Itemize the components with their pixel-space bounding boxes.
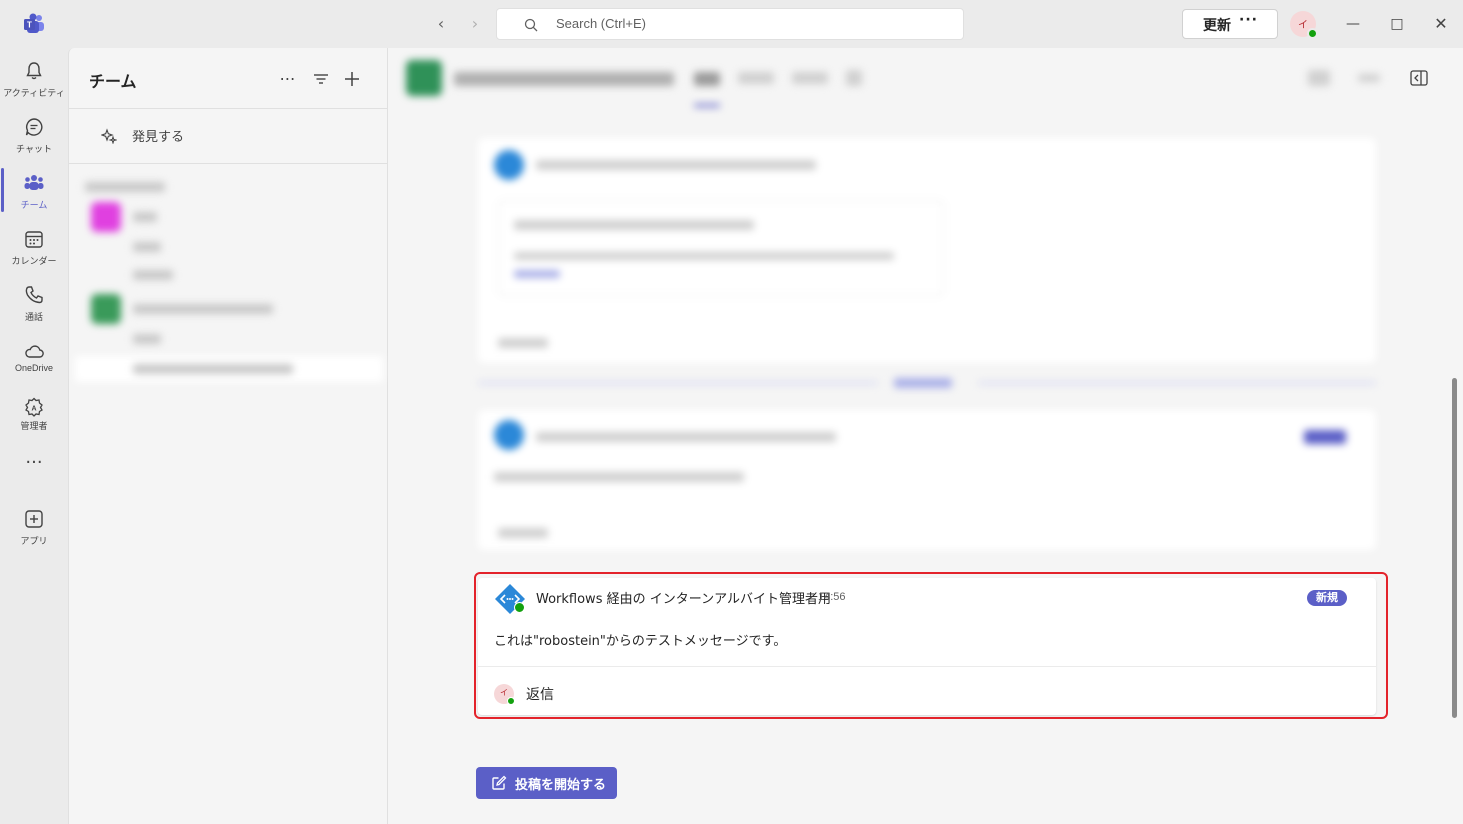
divider <box>69 108 387 109</box>
sparkle-icon <box>101 128 117 144</box>
rail-item-activity[interactable]: アクティビティ <box>0 52 68 108</box>
forward-arrow-icon[interactable]: › <box>465 14 485 34</box>
rail-item-teams[interactable]: チーム <box>0 164 68 220</box>
update-label: 更新 <box>1203 18 1231 34</box>
cloud-icon <box>25 345 44 358</box>
minimize-icon[interactable]: — <box>1341 12 1365 36</box>
rail-label: チャット <box>16 144 52 154</box>
search-input[interactable]: Search (Ctrl+E) <box>496 8 964 40</box>
open-details-pane-icon[interactable] <box>1410 70 1428 86</box>
pane-title: チーム <box>89 72 137 91</box>
rail-item-onedrive[interactable]: OneDrive <box>0 332 68 388</box>
start-post-label: 投稿を開始する <box>515 778 607 793</box>
filter-icon[interactable] <box>310 68 332 90</box>
svg-text:T: T <box>27 21 32 30</box>
start-post-button[interactable]: 投稿を開始する <box>476 767 617 799</box>
chat-icon <box>25 118 43 136</box>
rail-label: チーム <box>20 200 48 210</box>
title-bar: T ‹ › Search (Ctrl+E) 更新 ··· イ — □ ✕ <box>0 0 1463 48</box>
blurred-team-tree <box>75 172 385 442</box>
rail-label: アプリ <box>20 536 48 546</box>
admin-icon: A <box>25 397 43 417</box>
app-rail: アクティビティ チャット チーム カレンダー 通話 OneDrive A 管理者… <box>0 48 68 824</box>
rail-label: 通話 <box>24 312 43 322</box>
discover-label: 発見する <box>132 130 185 145</box>
rail-item-calls[interactable]: 通話 <box>0 276 68 332</box>
rail-item-calendar[interactable]: カレンダー <box>0 220 68 276</box>
search-icon <box>524 18 538 32</box>
teams-list-pane: チーム ⋯ 発見する <box>68 48 388 824</box>
user-avatar[interactable]: イ <box>1290 11 1318 39</box>
blurred-conversation <box>388 48 1463 568</box>
rail-label: アクティビティ <box>3 88 65 98</box>
calendar-icon <box>25 231 43 248</box>
bell-icon <box>26 62 42 80</box>
add-icon[interactable] <box>341 68 363 90</box>
back-arrow-icon[interactable]: ‹ <box>431 14 451 34</box>
teams-icon <box>24 175 44 190</box>
add-apps-icon <box>25 510 43 528</box>
presence-available-icon <box>1307 28 1318 39</box>
scrollbar[interactable] <box>1452 378 1457 718</box>
search-placeholder: Search (Ctrl+E) <box>556 16 646 31</box>
phone-icon <box>25 286 43 304</box>
rail-item-chat[interactable]: チャット <box>0 108 68 164</box>
more-apps-icon[interactable]: ··· <box>24 454 44 476</box>
rail-label: OneDrive <box>14 363 53 373</box>
compose-icon <box>492 775 507 790</box>
rail-label: 管理者 <box>20 421 48 431</box>
update-button[interactable]: 更新 ··· <box>1182 9 1278 39</box>
divider <box>69 163 387 164</box>
teams-logo-icon[interactable]: T <box>22 12 46 36</box>
rail-label: カレンダー <box>11 256 57 266</box>
more-icon: ··· <box>1239 12 1258 28</box>
maximize-icon[interactable]: □ <box>1385 12 1409 36</box>
rail-item-admin[interactable]: A 管理者 <box>0 388 68 444</box>
rail-item-apps[interactable]: アプリ <box>0 500 68 556</box>
highlight-annotation <box>474 572 1388 719</box>
more-options-icon[interactable]: ⋯ <box>277 68 299 90</box>
svg-text:A: A <box>31 406 36 413</box>
close-icon[interactable]: ✕ <box>1429 12 1453 36</box>
